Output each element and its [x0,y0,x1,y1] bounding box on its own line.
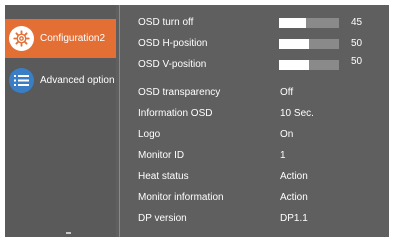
setting-row-logo[interactable]: Logo On [138,125,383,145]
setting-value: 45 [351,17,363,28]
setting-row-osd-h-position[interactable]: OSD H-position 50 [138,34,383,54]
slider[interactable] [279,39,339,49]
slider-fill [279,39,309,49]
osd-menu: Configuration2 Advanced option OSD turn … [5,5,389,237]
setting-label: OSD H-position [138,38,208,49]
slider[interactable] [279,60,339,70]
setting-value: 50 [351,38,363,49]
sidebar-item-configuration2[interactable]: Configuration2 [5,19,116,58]
setting-value: Action [280,192,308,203]
sidebar-item-label: Configuration2 [40,33,106,44]
setting-label: Logo [138,129,161,140]
setting-label: OSD transparency [138,87,221,98]
setting-value: DP1.1 [280,213,308,224]
setting-value: Action [280,171,308,182]
setting-row-dp-version[interactable]: DP version DP1.1 [138,209,383,229]
sidebar: Configuration2 Advanced option [5,5,116,237]
slider-fill [279,60,309,70]
list-icon [9,68,34,93]
setting-label: Monitor ID [138,150,185,161]
setting-row-heat-status[interactable]: Heat status Action [138,167,383,187]
setting-value: 50 [351,56,363,67]
setting-row-information-osd[interactable]: Information OSD 10 Sec. [138,104,383,124]
setting-row-monitor-id[interactable]: Monitor ID 1 [138,146,383,166]
setting-value: 10 Sec. [280,108,314,119]
sidebar-item-label: Advanced option [40,75,115,86]
setting-row-osd-v-position[interactable]: OSD V-position 50 [138,55,383,75]
setting-label: Heat status [138,171,189,182]
divider [119,5,120,237]
setting-row-monitor-information[interactable]: Monitor information Action [138,188,383,208]
sidebar-item-advanced-option[interactable]: Advanced option [5,61,116,100]
setting-value: On [280,129,294,140]
setting-value: Off [280,87,294,98]
gear-icon [9,26,34,51]
setting-label: DP version [138,213,187,224]
slider-fill [279,18,306,28]
slider[interactable] [279,18,339,28]
setting-value: 1 [280,150,286,161]
setting-label: OSD V-position [138,59,207,70]
setting-label: OSD turn off [138,17,194,28]
setting-row-osd-transparency[interactable]: OSD transparency Off [138,83,383,103]
setting-row-osd-turn-off[interactable]: OSD turn off 45 [138,13,383,33]
setting-label: Monitor information [138,192,224,203]
setting-label: Information OSD [138,108,213,119]
scroll-indicator [66,232,71,234]
